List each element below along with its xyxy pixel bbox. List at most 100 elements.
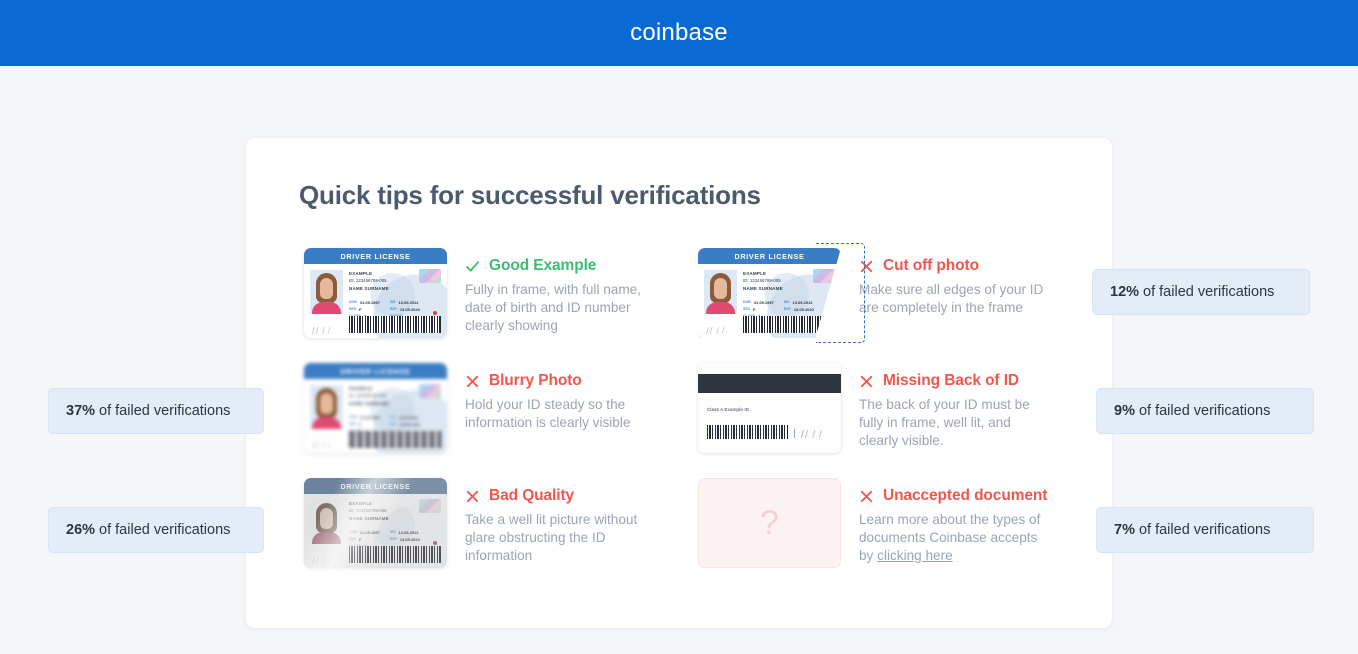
tip-description: The back of your ID must be fully in fra… [859,397,1030,448]
tip-title: Unaccepted document [883,487,1048,504]
license-iss-value: 13.05.2012 [398,415,419,420]
stat-badge-bad-quality: 26% of failed verifications [48,507,264,553]
license-dob-value: 31.05.1997 [753,300,774,305]
coinbase-logo: coinbase [630,19,728,46]
tip-description: Fully in frame, with full name, date of … [465,282,642,333]
tip-description: Learn more about the types of documents … [859,511,1049,565]
portrait-photo [310,270,343,314]
id-figure-bad-quality: DRIVER LICENSE EXAMPLE ID: 123456789-005… [304,476,447,591]
tip-heading: Bad Quality [465,487,655,505]
license-iss-value: 13.05.2012 [792,300,813,305]
tip-heading: Good Example [465,257,655,275]
tip-good-example: DRIVER LICENSE EXAMPLE ID: 123456789-005… [304,246,698,361]
tip-title: Missing Back of ID [883,372,1020,389]
signature-icon [312,327,340,334]
barcode-icon [349,431,441,448]
tip-unaccepted-document: ? Unaccepted document Learn more about t… [698,476,1064,591]
tips-grid: DRIVER LICENSE EXAMPLE ID: 123456789-005… [304,243,1064,591]
tip-blurry-photo: DRIVER LICENSE EXAMPLE ID: 123456789-005… [304,361,698,476]
magnetic-stripe-icon [698,374,841,393]
license-dob-key: DOB [349,300,357,304]
license-sex-value: F [359,307,362,312]
stat-badge-missing-back: 9% of failed verifications [1096,388,1314,434]
license-seal-icon [433,311,437,315]
glare-overlay [304,476,447,591]
stat-label: of failed verifications [99,403,231,419]
tip-heading: Missing Back of ID [859,372,1049,390]
stat-badge-blurry-photo: 37% of failed verifications [48,388,264,434]
tip-description: Take a well lit picture without glare ob… [465,512,638,563]
tip-title: Blurry Photo [489,372,582,389]
tip-missing-back-of-id: Class A Example ID Missing Back of ID Th… [698,361,1064,476]
id-figure-good: DRIVER LICENSE EXAMPLE ID: 123456789-005… [304,246,447,361]
stat-label: of failed verifications [1138,403,1271,419]
license-name: NAME SURNAME [349,285,389,291]
x-icon [860,375,873,387]
license-iss-key: ISS [389,300,396,304]
stat-label: of failed verifications [99,522,231,538]
license-example-label: EXAMPLE [743,271,767,276]
divider [794,429,795,438]
license-iss-value: 13.05.2012 [398,300,419,305]
license-dob-value: 31.05.1997 [359,300,380,305]
id-figure-blurry: DRIVER LICENSE EXAMPLE ID: 123456789-005… [304,361,447,476]
id-back-image: Class A Example ID [698,363,841,453]
tip-description: Hold your ID steady so the information i… [465,397,631,430]
tip-title: Bad Quality [489,487,575,504]
license-id-number: ID: 123456789-005 [743,278,781,284]
driver-license-image-blurry: DRIVER LICENSE EXAMPLE ID: 123456789-005… [304,363,447,453]
portrait-photo [704,270,737,314]
tip-body: Missing Back of ID The back of your ID m… [859,361,1049,476]
license-exp-value: 13.05.2020 [399,422,420,427]
stat-label: of failed verifications [1143,284,1275,300]
app-header: coinbase [0,0,1358,66]
license-fields: EXAMPLE ID: 123456789-005 NAME SURNAME [349,385,411,407]
license-exp-key: EXP [389,307,397,311]
id-figure-unknown: ? [698,476,841,591]
license-header-label: DRIVER LICENSE [304,248,447,264]
hologram-icon [419,269,441,283]
tip-heading: Cut off photo [859,257,1049,275]
tip-body: Cut off photo Make sure all edges of you… [859,246,1049,361]
stat-percent: 37% [66,403,96,419]
license-name: NAME SURNAME [349,400,389,406]
tips-panel: Quick tips for successful verifications … [245,137,1113,629]
license-example-label: EXAMPLE [349,271,373,276]
crop-frame-indicator [816,243,865,343]
barcode-icon [349,316,441,333]
tip-heading: Blurry Photo [465,372,655,390]
license-exp-key: EXP [783,307,791,311]
portrait-shirt [312,417,341,429]
license-sex-key: SEX [349,422,357,426]
tip-description: Make sure all edges of your ID are compl… [859,282,1044,315]
stat-percent: 26% [66,522,96,538]
unknown-document-icon: ? [698,478,841,568]
portrait-shirt [706,302,735,314]
clicking-here-link[interactable]: clicking here [877,548,953,563]
tip-heading: Unaccepted document [859,487,1049,505]
portrait-photo [310,385,343,429]
license-sex-key: SEX [349,307,357,311]
license-dob-value: 31.05.1997 [359,415,380,420]
tip-cut-off-photo: DRIVER LICENSE EXAMPLE ID: 123456789-005… [698,243,1064,361]
page-title: Quick tips for successful verifications [299,180,761,210]
id-figure-cut-off: DRIVER LICENSE EXAMPLE ID: 123456789-005… [698,243,865,361]
stat-percent: 9% [1114,403,1135,419]
x-icon [466,490,479,502]
license-dob-key: DOB [349,415,357,419]
license-iss-key: ISS [389,415,396,419]
barcode-icon [707,425,789,439]
signature-icon [312,442,340,449]
hologram-icon [419,384,441,398]
driver-license-image: DRIVER LICENSE EXAMPLE ID: 123456789-005… [304,248,447,338]
tip-body: Blurry Photo Hold your ID steady so the … [465,361,655,476]
license-fields: EXAMPLE ID: 123456789-005 NAME SURNAME [743,270,805,292]
x-icon [860,490,873,502]
license-exp-key: EXP [389,422,397,426]
license-id-number: ID: 123456789-005 [349,393,387,399]
x-icon [466,375,479,387]
check-icon [465,260,480,272]
signature-icon [706,327,734,334]
stat-percent: 12% [1110,284,1140,300]
license-id-number: ID: 123456789-005 [349,278,387,284]
